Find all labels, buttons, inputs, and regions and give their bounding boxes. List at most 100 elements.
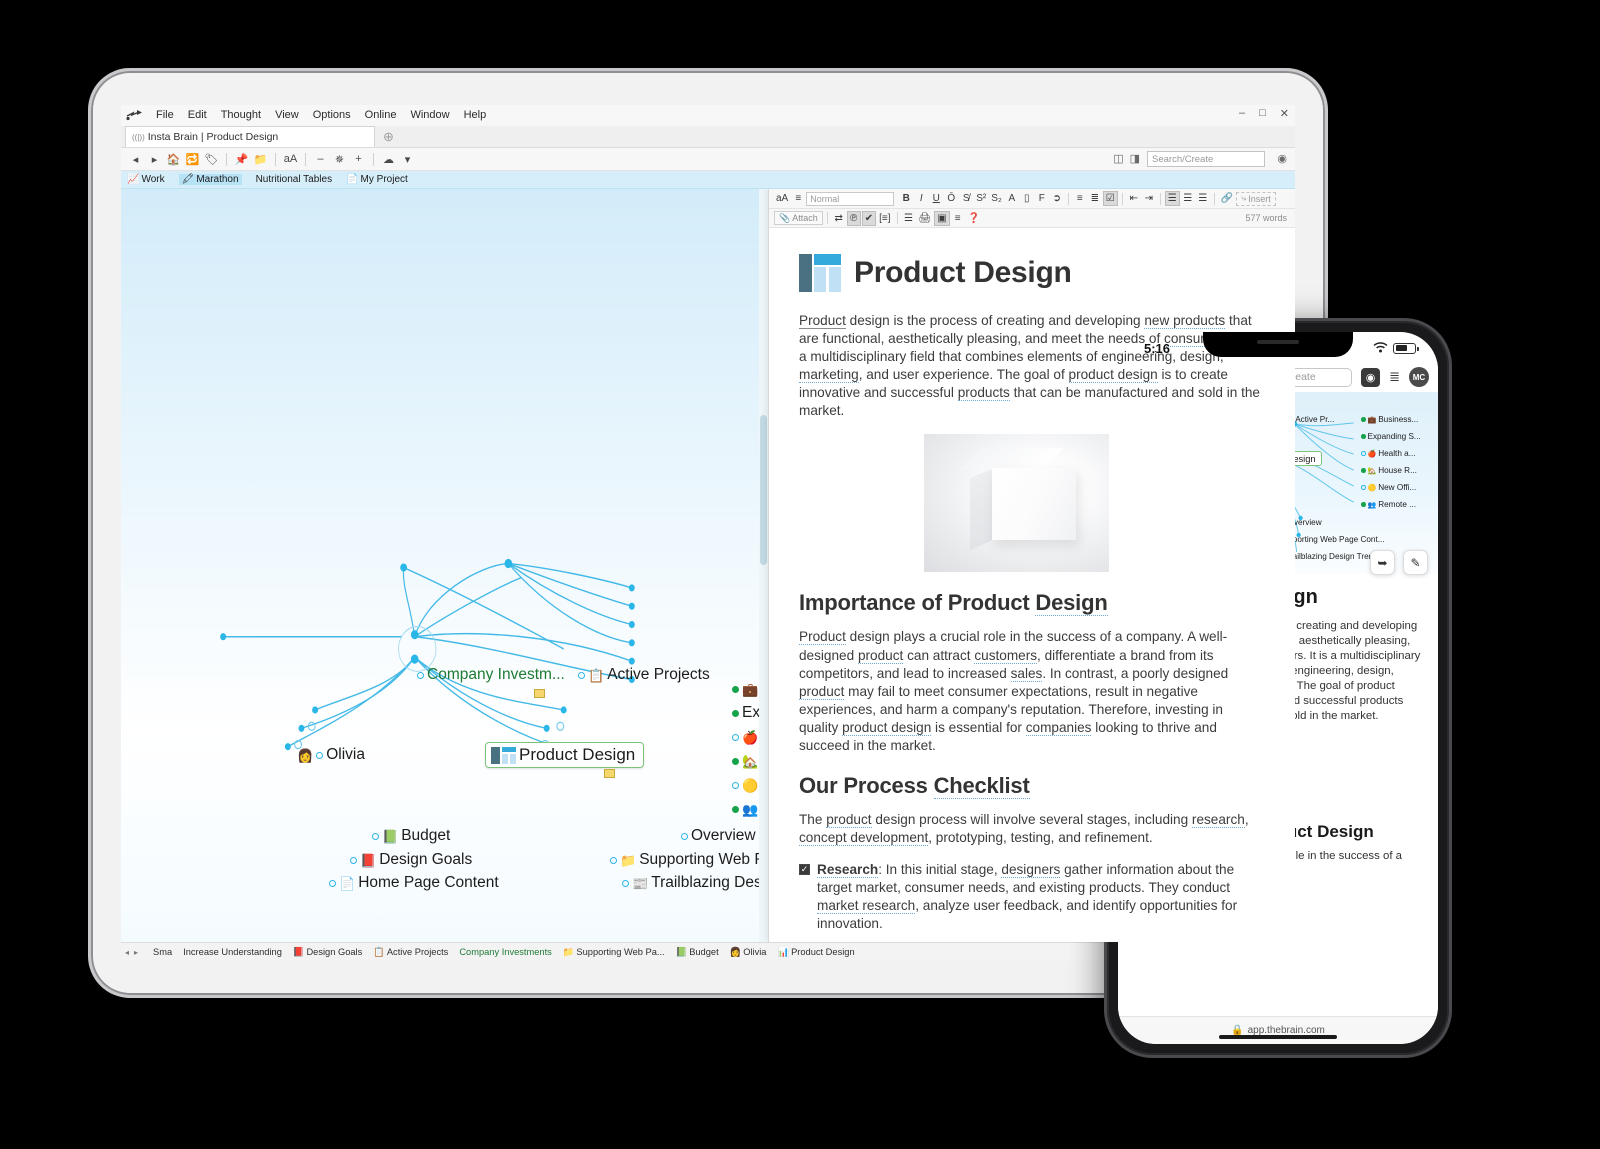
brain-tab-work[interactable]: 📈 Work xyxy=(127,174,165,185)
checkbox-checked-icon[interactable]: ✓ xyxy=(799,864,810,876)
node-gate-icon[interactable] xyxy=(732,709,739,717)
pin-budget[interactable]: 📗 Budget xyxy=(676,947,719,958)
screenshot-icon[interactable]: ▣ xyxy=(934,210,950,226)
node-overview[interactable]: Overview xyxy=(681,827,756,845)
node-gate-icon[interactable] xyxy=(1361,451,1366,456)
node-gate-icon[interactable] xyxy=(417,671,424,679)
align-center-button[interactable]: ☰ xyxy=(1181,191,1195,206)
brain-tab[interactable]: ((|)) Insta Brain | Product Design xyxy=(125,126,375,147)
node-gate-icon[interactable] xyxy=(732,805,739,813)
node-gate-icon[interactable] xyxy=(1361,502,1366,507)
node-gate-icon[interactable] xyxy=(732,733,739,741)
clear-format-button[interactable]: ➲ xyxy=(1050,191,1064,206)
plex-icon[interactable]: ✵ xyxy=(331,151,348,168)
node-gate-icon[interactable] xyxy=(316,751,324,759)
node-home-page-content[interactable]: 📄 Home Page Content xyxy=(329,874,499,892)
node-supporting-web-page-content[interactable]: 📁 Supporting Web Page Content xyxy=(610,851,768,869)
brain-tab-marathon[interactable]: 🖍 Marathon xyxy=(178,174,242,185)
pin-olivia[interactable]: 👩 Olivia xyxy=(730,947,767,958)
node-gate-icon[interactable] xyxy=(1361,434,1366,439)
cloud-icon[interactable]: ☁ xyxy=(380,151,397,168)
font-family-button[interactable]: F xyxy=(1035,191,1049,206)
node-company-investments[interactable]: Company Investm... xyxy=(417,666,565,684)
print-icon[interactable]: 🖨 xyxy=(917,211,934,226)
pin-product-design[interactable]: 📊 Product Design xyxy=(777,947,854,958)
zoom-in-icon[interactable]: + xyxy=(350,151,367,168)
pinbar-left-arrow-icon[interactable]: ◂ xyxy=(125,948,129,957)
node-budget[interactable]: 📗 Budget xyxy=(372,827,450,845)
align-right-button[interactable]: ☰ xyxy=(1196,191,1210,206)
menu-edit[interactable]: Edit xyxy=(181,105,214,126)
phone-url-bar[interactable]: 🔒 app.thebrain.com xyxy=(1118,1016,1438,1044)
node-gate-icon[interactable] xyxy=(329,879,336,887)
phone-node-expanding-staff[interactable]: Expanding S... xyxy=(1361,432,1421,441)
menu-file[interactable]: File xyxy=(149,105,181,126)
menu-window[interactable]: Window xyxy=(403,105,456,126)
pinbar-right-arrow-icon[interactable]: ▸ xyxy=(134,948,138,957)
pinbar-scroll-arrows[interactable]: ◂ ▸ xyxy=(125,948,138,957)
home-icon[interactable]: 🏠 xyxy=(165,151,182,168)
link-button[interactable]: 🔗 xyxy=(1219,191,1235,206)
superscript-button[interactable]: S² xyxy=(974,191,988,206)
node-gate-icon[interactable] xyxy=(1361,468,1366,473)
close-button[interactable]: ✕ xyxy=(1280,107,1289,120)
indent-decrease-button[interactable]: ⇤ xyxy=(1127,191,1141,206)
font-size-icon[interactable]: aA xyxy=(282,151,299,168)
tag-icon[interactable]: 🏷 xyxy=(203,151,220,168)
node-gate-icon[interactable] xyxy=(732,757,739,765)
subscript-button[interactable]: S₂ xyxy=(989,191,1004,206)
history-icon[interactable]: 🔁 xyxy=(184,151,201,168)
folder-icon[interactable]: 📁 xyxy=(252,151,269,168)
paragraph-style-select[interactable]: Normal xyxy=(806,191,895,206)
node-design-goals[interactable]: 📕 Design Goals xyxy=(350,851,472,869)
cloud-dropdown-icon[interactable]: ▾ xyxy=(399,151,416,168)
layout-horizontal-icon[interactable]: ◫ xyxy=(1113,152,1123,165)
overline-button[interactable]: Ō xyxy=(944,191,958,206)
share-button[interactable]: ➥ xyxy=(1370,550,1395,575)
checklist-button[interactable]: ☑ xyxy=(1102,191,1118,206)
node-olivia[interactable]: 👩 Olivia xyxy=(297,746,365,764)
table-icon[interactable]: ≡ xyxy=(951,211,965,226)
special-char-icon[interactable]: [≡] xyxy=(877,211,892,226)
node-gate-icon[interactable] xyxy=(681,832,688,840)
minimize-button[interactable]: – xyxy=(1239,107,1245,120)
search-options-icon[interactable]: ◉ xyxy=(1277,152,1287,165)
phone-node-house-renovation[interactable]: 🏡 House R... xyxy=(1361,466,1417,475)
back-icon[interactable]: ◂ xyxy=(127,151,144,168)
menu-thought[interactable]: Thought xyxy=(214,105,268,126)
help-icon[interactable]: ❓ xyxy=(966,211,982,226)
plex-scrollbar-thumb[interactable] xyxy=(760,414,767,566)
forward-icon[interactable]: ▸ xyxy=(146,151,163,168)
attach-button[interactable]: 📎 Attach xyxy=(774,211,823,225)
zoom-out-icon[interactable]: – xyxy=(312,151,329,168)
brain-tab-myproject[interactable]: 📄 My Project xyxy=(346,174,408,185)
pin-active-projects[interactable]: 📋 Active Projects xyxy=(373,947,448,958)
node-gate-icon[interactable] xyxy=(578,671,585,679)
phone-node-health-and-wellness[interactable]: 🍎 Health a... xyxy=(1361,449,1416,458)
bold-button[interactable]: B xyxy=(899,191,913,206)
pin-company-investments[interactable]: Company Investments xyxy=(459,947,552,957)
node-gate-icon[interactable] xyxy=(1361,485,1366,490)
phone-node-remote-team[interactable]: 👥 Remote ... xyxy=(1361,500,1416,509)
avatar[interactable]: MC xyxy=(1409,367,1429,387)
text-color-button[interactable]: A xyxy=(1005,191,1019,206)
strikethrough-button[interactable]: S̸ xyxy=(959,191,973,206)
align-left-button[interactable]: ☰ xyxy=(1164,191,1180,206)
pin-icon[interactable]: 📌 xyxy=(233,151,250,168)
bullet-list-button[interactable]: ≡ xyxy=(1073,191,1087,206)
menu-options[interactable]: Options xyxy=(306,105,358,126)
phone-node-business-expansion[interactable]: 💼 Business... xyxy=(1361,415,1418,424)
pin-sma[interactable]: Sma xyxy=(153,947,172,957)
settings-sliders-icon[interactable]: ≣ xyxy=(1389,369,1400,385)
node-gate-icon[interactable] xyxy=(732,685,739,693)
indent-increase-button[interactable]: ⇥ xyxy=(1142,191,1156,206)
node-gate-icon[interactable] xyxy=(372,832,379,840)
spellcheck-abc-icon[interactable]: ℗ xyxy=(846,210,861,226)
node-trailblazing-design-trends[interactable]: 📰 Trailblazing Design Trends xyxy=(622,874,768,892)
italic-button[interactable]: I xyxy=(914,191,928,206)
node-gate-icon[interactable] xyxy=(1361,417,1366,422)
pin-design-goals[interactable]: 📕 Design Goals xyxy=(293,947,362,958)
node-gate-icon[interactable] xyxy=(732,781,739,789)
pin-supporting-web-page[interactable]: 📁 Supporting Web Pa... xyxy=(563,947,665,958)
node-gate-icon[interactable] xyxy=(610,856,617,864)
